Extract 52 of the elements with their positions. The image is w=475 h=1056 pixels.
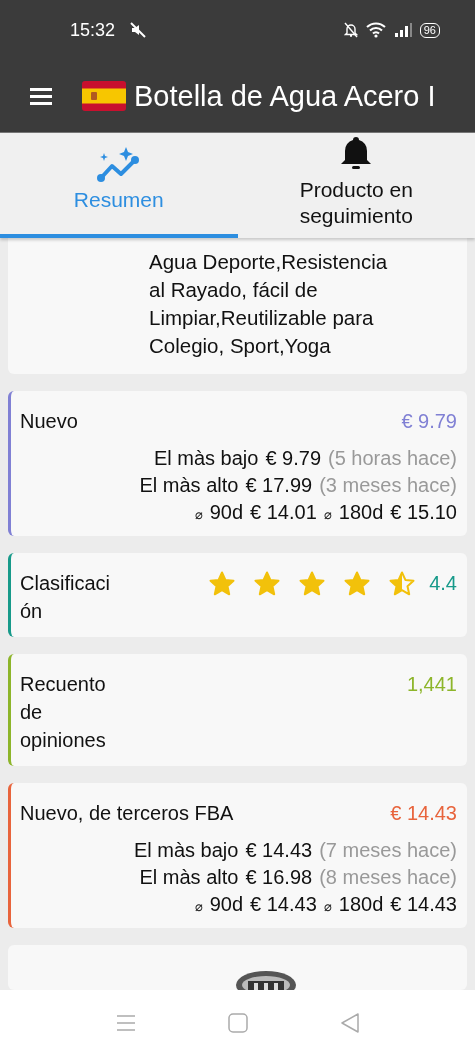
average-period: 90d xyxy=(209,892,244,917)
description-text: Agua Deporte,Resistencia al Rayado, fácil de Limpiar,Reutilizable para Colegio, Sport,Yoga xyxy=(8,238,467,374)
price-amount: € 14.43 xyxy=(245,838,313,863)
card-title: Nuevo xyxy=(20,409,78,434)
review-count: 1,441 xyxy=(406,672,457,697)
star-icon xyxy=(344,571,371,596)
bell-off-icon xyxy=(343,22,358,38)
average-period: 180d xyxy=(338,892,384,917)
card-title: Clasificación xyxy=(20,571,112,624)
price-time: (3 meses hace) xyxy=(319,473,457,498)
price-value: € 14.43 xyxy=(390,801,457,826)
average-symbol: ⌀ xyxy=(323,898,332,916)
price-value: € 9.79 xyxy=(401,409,457,434)
price-label: El màs alto xyxy=(139,473,239,498)
star-icon xyxy=(254,571,281,596)
price-label: El màs bajo xyxy=(153,446,259,471)
price-amount: € 16.98 xyxy=(245,865,313,890)
card-title: Nuevo, de terceros FBA xyxy=(20,801,234,826)
wifi-icon xyxy=(365,22,386,38)
average-period: 90d xyxy=(209,500,244,525)
flag-icon xyxy=(82,81,126,111)
home-icon[interactable] xyxy=(227,1013,248,1033)
rating-value: 4.4 xyxy=(429,571,457,596)
average-symbol: ⌀ xyxy=(194,506,203,524)
card-title: Recuento de opiniones xyxy=(20,672,107,753)
trend-sparkle-icon xyxy=(95,147,142,183)
average-price: € 14.43 xyxy=(390,892,457,917)
signal-icon xyxy=(393,23,412,37)
star-icon xyxy=(299,571,326,596)
recents-icon[interactable] xyxy=(115,1014,136,1032)
battery-level: 96 xyxy=(419,22,440,38)
average-price: € 14.43 xyxy=(250,892,317,917)
tab[interactable]: Producto en seguimiento xyxy=(237,133,475,238)
menu-icon[interactable] xyxy=(30,87,52,105)
status-time: 15:32 xyxy=(70,19,116,41)
average-symbol: ⌀ xyxy=(194,898,203,916)
back-icon[interactable] xyxy=(339,1012,360,1034)
price-time: (5 horas hace) xyxy=(328,446,457,471)
average-period: 180d xyxy=(338,500,384,525)
product-title: Botella de Agua Acero I xyxy=(134,79,436,113)
price-amount: € 17.99 xyxy=(245,473,313,498)
price-label: El màs bajo xyxy=(133,838,239,863)
half-star-icon xyxy=(389,571,416,596)
star-icon xyxy=(209,571,236,596)
average-price: € 14.01 xyxy=(250,500,317,525)
price-label: El màs alto xyxy=(139,865,239,890)
price-amount: € 9.79 xyxy=(265,446,322,471)
mute-icon xyxy=(129,21,148,39)
average-price: € 15.10 xyxy=(390,500,457,525)
price-time: (7 meses hace) xyxy=(319,838,457,863)
price-time: (8 meses hace) xyxy=(319,865,457,890)
average-symbol: ⌀ xyxy=(323,506,332,524)
